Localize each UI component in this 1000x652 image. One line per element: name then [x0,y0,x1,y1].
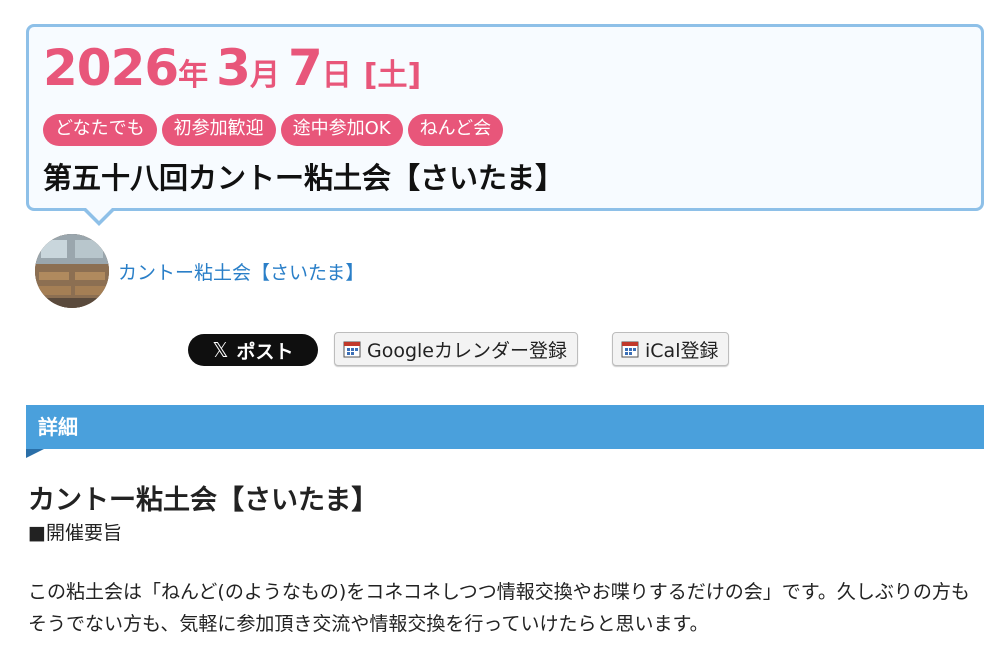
event-date: 2026年 3月 7日 [土] [43,39,422,97]
organizer-link[interactable]: カントー粘土会【さいたま】 [118,258,364,285]
ical-button[interactable]: iCal登録 [612,332,730,366]
x-post-label: ポスト [236,340,294,363]
tag-badge[interactable]: どなたでも [43,114,157,146]
google-calendar-button[interactable]: Googleカレンダー登録 [334,332,579,366]
details-section-header: 詳細 [26,405,984,458]
calendar-icon [621,341,639,358]
details-heading: カントー粘土会【さいたま】 [28,485,379,516]
details-section-title: 詳細 [38,415,78,439]
event-header-card: 2026年 3月 7日 [土] どなたでも 初参加歓迎 途中参加OK ねんど会 第五十… [26,24,984,226]
x-post-button[interactable]: 𝕏 ポスト [188,334,318,366]
organizer-avatar[interactable] [35,234,109,308]
details-subheading: ■開催要旨 [28,522,122,544]
calendar-icon [343,341,361,358]
ical-label: iCal登録 [645,339,719,362]
event-tags: どなたでも 初参加歓迎 途中参加OK ねんど会 [43,114,504,146]
date-month: 3 [216,39,251,97]
classroom-photo-icon [35,234,109,308]
event-title: 第五十八回カントー粘土会【さいたま】 [43,161,565,195]
tag-badge[interactable]: 初参加歓迎 [161,114,276,146]
tag-badge[interactable]: 途中参加OK [280,114,403,146]
tag-badge[interactable]: ねんど会 [407,114,504,146]
details-body: この粘土会は「ねんど(のようなもの)をコネコネしつつ情報交換やお喋りするだけの会… [28,581,970,635]
date-year: 2026 [43,39,179,97]
date-weekday: [土] [363,58,422,93]
google-calendar-label: Googleカレンダー登録 [367,339,568,362]
date-day: 7 [287,39,323,97]
x-logo-icon: 𝕏 [212,338,229,362]
ribbon-fold [26,449,44,458]
